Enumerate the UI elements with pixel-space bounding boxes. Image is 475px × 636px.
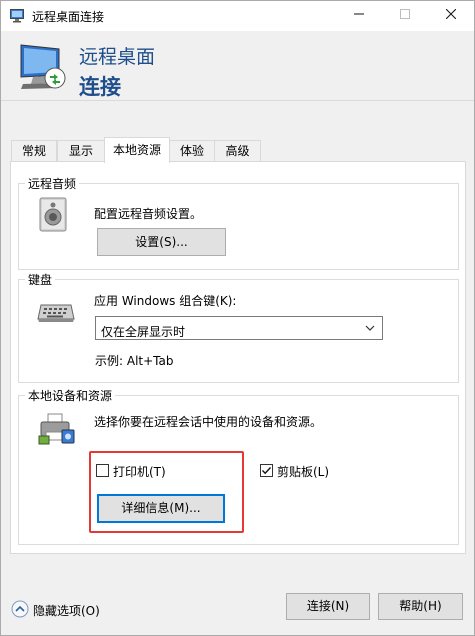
monitor-icon (20, 44, 66, 89)
maximize-icon (400, 9, 410, 19)
devices-description: 选择你要在远程会话中使用的设备和资源。 (94, 415, 323, 429)
header-banner: 远程桌面 连接 (1, 31, 474, 101)
checkmark-icon (262, 467, 272, 475)
tab-local-resources[interactable]: 本地资源 (104, 137, 170, 163)
audio-description: 配置远程音频设置。 (94, 207, 203, 221)
clipboard-checkbox[interactable] (260, 464, 273, 477)
remote-desktop-icon (10, 9, 24, 23)
audio-settings-button[interactable]: 设置(S)... (97, 228, 226, 256)
chevron-up-circle-icon (11, 600, 29, 618)
keyboard-group: 键盘 应用 Windows 组合键(K): 仅在全屏显示时 示例: Alt+Ta… (18, 271, 459, 383)
minimize-button[interactable] (336, 1, 382, 31)
title-bar[interactable]: 远程桌面连接 (1, 1, 474, 31)
audio-group-title: 远程音频 (25, 175, 80, 192)
speaker-icon (39, 197, 67, 232)
remote-desktop-window: 远程桌面连接 远程桌面 连接 常规 显示 本地资源 体验 高级 远程音频 配置远… (0, 0, 475, 636)
close-icon (445, 8, 457, 20)
banner-title-line1: 远程桌面 (79, 46, 156, 68)
tab-general[interactable]: 常规 (11, 140, 57, 162)
combo-selected-value: 仅在全屏显示时 (101, 325, 186, 339)
chevron-down-icon (365, 325, 375, 331)
devices-group-title: 本地设备和资源 (25, 387, 116, 404)
help-button[interactable]: 帮助(H) (378, 593, 463, 620)
banner-title-line2: 连接 (79, 75, 121, 99)
keyboard-group-title: 键盘 (25, 271, 56, 288)
clipboard-label[interactable]: 剪贴板(L) (277, 463, 329, 480)
maximize-button[interactable] (382, 1, 428, 31)
tab-experience[interactable]: 体验 (169, 140, 215, 162)
annotation-highlight-box (89, 451, 244, 533)
keyboard-icon (37, 304, 75, 322)
printer-devices-icon (38, 413, 75, 445)
connect-button[interactable]: 连接(N) (286, 593, 370, 620)
tab-advanced[interactable]: 高级 (214, 140, 261, 162)
tab-display[interactable]: 显示 (57, 140, 105, 162)
windows-key-combo-label: 应用 Windows 组合键(K): (94, 294, 237, 308)
window-title: 远程桌面连接 (32, 10, 105, 24)
minimize-icon (354, 13, 364, 15)
hide-options-label: 隐藏选项(O) (33, 604, 100, 618)
windows-key-combo-select[interactable]: 仅在全屏显示时 (95, 316, 383, 340)
audio-group: 远程音频 配置远程音频设置。 设置(S)... (18, 175, 459, 270)
keyboard-example: 示例: Alt+Tab (95, 354, 174, 368)
close-button[interactable] (428, 1, 474, 31)
